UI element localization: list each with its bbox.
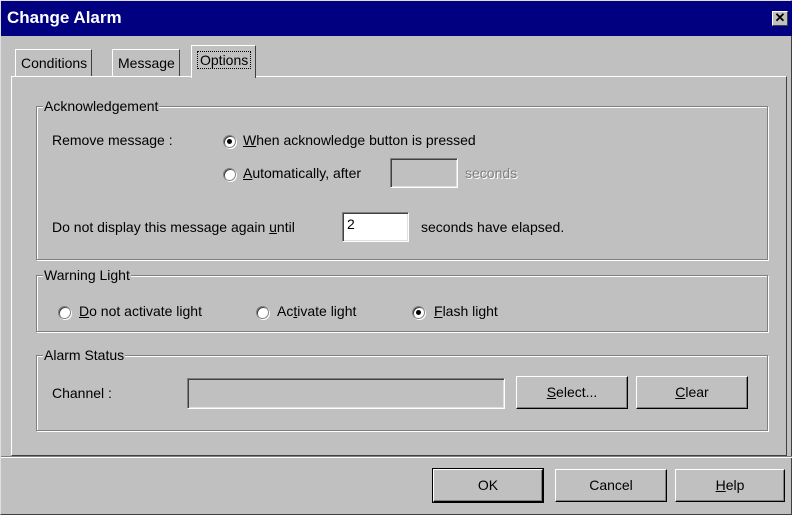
hotkey-d: D [79,303,90,319]
help-button-text: elp [725,477,745,493]
hotkey-f: F [434,303,443,319]
hotkey-w: W [243,132,257,148]
activate-light-rest: ivate light [297,303,357,319]
channel-field[interactable] [187,378,505,409]
help-button[interactable]: Help [675,469,785,502]
elapsed-label: seconds have elapsed. [421,219,565,235]
automatically-text: utomatically, after [252,165,362,181]
tab-options[interactable]: Options [191,45,257,78]
seconds-label: seconds [465,165,518,181]
auto-seconds-field[interactable] [390,158,458,188]
close-icon[interactable]: ✕ [772,11,788,26]
change-alarm-dialog: Change Alarm ✕ Conditions Message Option… [0,0,792,515]
hotkey-u: u [269,219,277,235]
clear-button-text: lear [685,384,709,400]
channel-label: Channel : [52,385,112,401]
footer-divider [1,456,792,458]
tab-conditions[interactable]: Conditions [15,49,93,76]
warning-light-group-label: Warning Light [43,267,131,283]
tab-message[interactable]: Message [112,49,180,76]
radio-activate-light-label[interactable]: Activate light [277,303,356,319]
options-panel: Acknowledgement Remove message : When ac… [11,76,787,456]
when-pressed-text: hen acknowledge button is pressed [256,132,476,148]
clear-button[interactable]: Clear [636,376,748,409]
tab-options-label: Options [197,51,252,69]
hotkey-h: H [715,477,726,493]
hotkey-a: A [243,165,253,181]
title-bar[interactable]: Change Alarm ✕ [1,1,792,36]
repeat-label-rest: ntil [276,219,295,235]
radio-flash-light-label[interactable]: Flash light [434,303,498,319]
repeat-label: Do not display this message again until [52,219,295,235]
window-title: Change Alarm [7,8,122,27]
alarm-status-group-label: Alarm Status [43,347,126,363]
tab-message-label: Message [118,55,175,71]
hotkey-s: S [546,384,557,400]
hotkey-c: C [675,384,686,400]
radio-flash-light[interactable] [412,306,425,319]
select-button[interactable]: Select... [516,376,628,409]
radio-no-light-label[interactable]: Do not activate light [79,303,202,319]
acknowledgement-group-label: Acknowledgement [43,98,160,114]
tab-conditions-label: Conditions [21,55,88,71]
cancel-button[interactable]: Cancel [555,469,667,502]
flash-light-text: lash light [442,303,498,319]
radio-when-pressed-label[interactable]: When acknowledge button is pressed [243,132,476,148]
radio-automatically[interactable] [223,168,236,181]
repeat-label-pre: Do not display this message again [52,219,270,235]
select-button-text: elect... [556,384,598,400]
no-light-text: o not activate light [89,303,202,319]
ok-button[interactable]: OK [432,468,544,503]
activate-light-pre: Ac [277,303,294,319]
remove-message-label: Remove message : [52,132,173,148]
repeat-seconds-input[interactable]: 2 [342,212,409,242]
radio-activate-light[interactable] [256,306,269,319]
radio-when-pressed[interactable] [223,135,236,148]
radio-no-light[interactable] [58,306,71,319]
radio-automatically-label[interactable]: Automatically, after [243,165,361,181]
